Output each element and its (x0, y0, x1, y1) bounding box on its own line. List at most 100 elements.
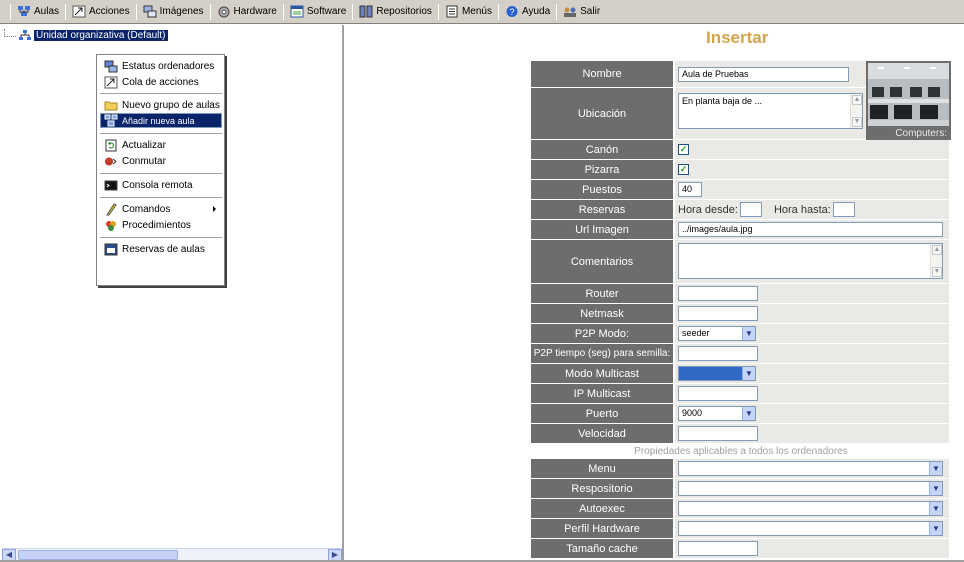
puerto-select[interactable]: 9000 ▼ (678, 406, 756, 421)
toolbar-separator (10, 3, 11, 20)
toolbar-salir[interactable]: Salir (561, 5, 602, 18)
menu-separator (100, 237, 222, 238)
netmask-input[interactable] (678, 306, 758, 321)
tree-pane: Unidad organizativa (Default) Estatus or… (0, 25, 344, 562)
hora-hasta-input[interactable] (832, 202, 855, 217)
row-repositorio: Respositorio ▼ (531, 479, 949, 499)
reservations-icon (104, 243, 118, 255)
row-perfil-hardware: Perfil Hardware ▼ (531, 519, 949, 539)
pizarra-cell: ✓ (673, 160, 949, 180)
menu-select[interactable]: ▼ (678, 461, 943, 476)
exit-icon (564, 7, 577, 17)
row-modo-multicast: Modo Multicast ▼ (531, 364, 949, 384)
toolbar-ayuda-label: Ayuda (521, 6, 551, 17)
tree-root-node[interactable]: Unidad organizativa (Default) (4, 28, 168, 42)
scroll-up-icon[interactable]: ▲ (852, 95, 862, 105)
repositorio-select[interactable]: ▼ (678, 481, 943, 496)
scrollbar-thumb[interactable] (18, 550, 178, 560)
p2p-modo-select[interactable]: seeder ▼ (678, 326, 756, 341)
router-label: Router (531, 284, 673, 304)
menu-item-procedimientos[interactable]: Procedimientos (100, 217, 222, 233)
toolbar-repositorios[interactable]: Repositorios (357, 5, 434, 18)
modo-multicast-select[interactable]: ▼ (678, 366, 756, 381)
menu-item-actualizar[interactable]: Actualizar (100, 137, 222, 153)
netmask-cell (673, 304, 949, 324)
velocidad-input[interactable] (678, 426, 758, 441)
toolbar-imagenes[interactable]: Imágenes (141, 5, 206, 18)
menu-item-estatus-ordenadores[interactable]: Estatus ordenadores (100, 58, 222, 74)
menu-item-label: Reservas de aulas (122, 243, 205, 255)
repositorio-cell: ▼ (673, 479, 949, 499)
toolbar-hardware[interactable]: Hardware (215, 5, 279, 18)
toolbar-software[interactable]: Software (288, 5, 348, 18)
row-ubicacion: Ubicación En planta baja de ... ▲ ▼ (531, 88, 866, 140)
menu-item-label: Estatus ordenadores (122, 60, 215, 72)
url-imagen-label: Url Imagen (531, 220, 673, 240)
pizarra-label: Pizarra (531, 160, 673, 180)
comentarios-label: Comentarios (531, 240, 673, 284)
pizarra-checkbox[interactable]: ✓ (678, 164, 689, 175)
puerto-label: Puerto (531, 404, 673, 424)
comentarios-textarea[interactable]: ▲ ▼ (678, 243, 943, 279)
tamano-cache-input[interactable] (678, 541, 758, 556)
scroll-down-icon[interactable]: ▼ (852, 117, 862, 127)
menu-item-consola-remota[interactable]: Consola remota (100, 177, 222, 193)
scroll-down-icon[interactable]: ▼ (932, 267, 942, 277)
url-imagen-input[interactable]: ../images/aula.jpg (678, 222, 943, 237)
menu-separator (100, 93, 222, 94)
menu-item-label: Comandos (122, 203, 171, 215)
toolbar-aulas[interactable]: Aulas (15, 5, 61, 18)
action-queue-icon (104, 76, 118, 88)
commands-icon (106, 202, 117, 215)
toolbar-separator (556, 3, 558, 20)
velocidad-cell (673, 424, 949, 444)
hora-desde-input[interactable] (739, 202, 762, 217)
ubicacion-textarea[interactable]: En planta baja de ... ▲ ▼ (678, 93, 863, 129)
menu-item-label: Procedimientos (122, 219, 191, 231)
p2p-tiempo-input[interactable] (678, 346, 758, 361)
scroll-up-icon[interactable]: ▲ (932, 245, 942, 255)
row-reservas: Reservas Hora desde: Hora hasta: (531, 200, 949, 220)
toolbar-ayuda[interactable]: ? Ayuda (503, 5, 552, 18)
menu-item-nuevo-grupo-de-aulas[interactable]: Nuevo grupo de aulas (100, 97, 222, 113)
menu-item-label: Actualizar (122, 139, 166, 151)
menu-separator (100, 197, 222, 198)
menu-item-reservas-de-aulas[interactable]: Reservas de aulas (100, 241, 222, 257)
chevron-down-icon[interactable]: ▼ (742, 407, 755, 420)
chevron-down-icon[interactable]: ▼ (929, 462, 942, 475)
autoexec-select[interactable]: ▼ (678, 501, 943, 516)
menu-item-cola-de-acciones[interactable]: Cola de acciones (100, 74, 222, 90)
menu-item-comandos[interactable]: Comandos (100, 201, 222, 217)
console-icon (104, 180, 118, 190)
chevron-down-icon[interactable]: ▼ (929, 502, 942, 515)
chevron-down-icon[interactable]: ▼ (929, 522, 942, 535)
toolbar-menus[interactable]: Menús (443, 5, 494, 18)
chevron-down-icon[interactable]: ▼ (742, 367, 755, 380)
canon-checkbox[interactable]: ✓ (678, 144, 689, 155)
perfil-hardware-select[interactable]: ▼ (678, 521, 943, 536)
menu-item-conmutar[interactable]: Conmutar (100, 153, 222, 169)
canon-cell: ✓ (673, 140, 949, 160)
toolbar-acciones[interactable]: Acciones (70, 5, 132, 18)
reservas-label: Reservas (531, 200, 673, 220)
router-input[interactable] (678, 286, 758, 301)
ubicacion-scrollbar[interactable]: ▲ ▼ (850, 94, 862, 128)
comentarios-scrollbar[interactable]: ▲ ▼ (930, 244, 942, 278)
menu-label: Menu (531, 459, 673, 479)
menu-item-label: Cola de acciones (122, 76, 199, 88)
row-url-imagen: Url Imagen ../images/aula.jpg (531, 220, 949, 240)
menu-item-label: Consola remota (122, 179, 193, 191)
puestos-input[interactable]: 40 (678, 182, 702, 197)
ip-multicast-input[interactable] (678, 386, 758, 401)
nombre-input[interactable]: Aula de Pruebas (678, 66, 849, 82)
toolbar-menus-label: Menús (461, 6, 492, 17)
toolbar-separator (497, 3, 499, 20)
tree-root-label[interactable]: Unidad organizativa (Default) (34, 30, 168, 41)
toolbar-separator (209, 3, 211, 20)
chevron-down-icon[interactable]: ▼ (742, 327, 755, 340)
toolbar-separator (135, 3, 137, 20)
ip-multicast-cell (673, 384, 949, 404)
chevron-down-icon[interactable]: ▼ (929, 482, 942, 495)
row-pizarra: Pizarra ✓ (531, 160, 949, 180)
menu-item-anadir-nueva-aula[interactable]: Añadir nueva aula (100, 113, 222, 128)
